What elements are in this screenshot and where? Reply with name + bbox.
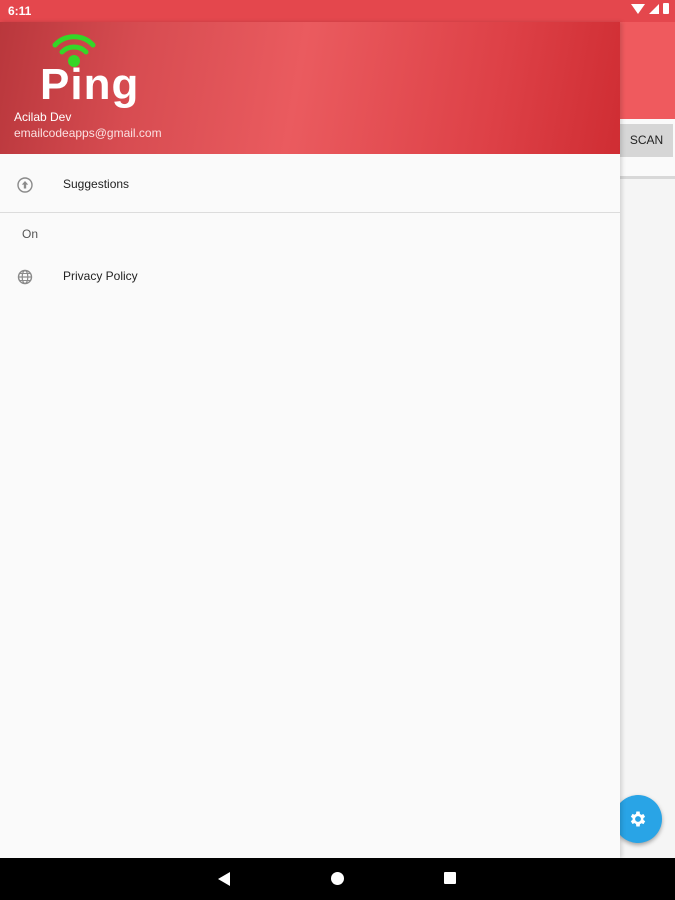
drawer-divider [0,212,620,213]
status-bar: 6:11 [0,0,675,22]
menu-item-label: Suggestions [63,177,130,191]
menu-item-suggestions[interactable]: Suggestions [0,162,620,208]
account-name: Acilab Dev [14,110,72,124]
system-nav-bar [0,858,675,900]
settings-fab[interactable] [614,795,662,843]
drawer-header: Ping Acilab Dev emailcodeapps@gmail.com [0,22,620,154]
account-email: emailcodeapps@gmail.com [14,126,162,140]
home-icon[interactable] [331,872,344,885]
app-logo: Ping [38,30,148,110]
gear-icon [630,811,646,827]
signal-icon [649,3,659,14]
app-content [620,179,675,858]
recents-icon[interactable] [444,872,456,884]
back-icon[interactable] [218,872,230,886]
section-header: On [22,227,39,241]
globe-icon [17,269,33,285]
battery-icon [663,3,669,14]
status-time: 6:11 [8,4,32,18]
wifi-icon [631,3,645,14]
menu-item-label: Privacy Policy [63,269,138,283]
scan-button[interactable]: SCAN [620,124,673,157]
navigation-drawer: Ping Acilab Dev emailcodeapps@gmail.com … [0,22,620,858]
menu-item-privacy-policy[interactable]: Privacy Policy [0,254,620,300]
upload-circle-icon [17,177,33,193]
logo-text: Ping [40,60,140,109]
status-icons [631,3,669,14]
